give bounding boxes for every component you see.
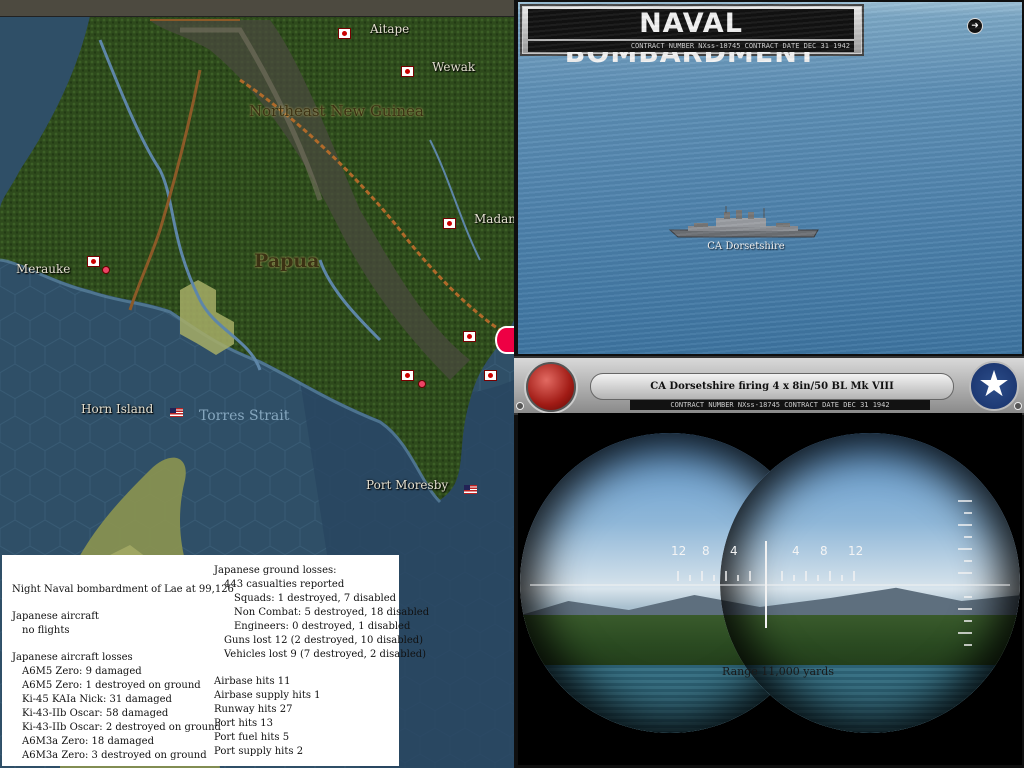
continue-arrow-icon[interactable]: ➜ [967, 18, 983, 34]
firing-status: CA Dorsetshire firing 4 x 8in/50 BL Mk V… [590, 373, 954, 400]
region-papua: Papua [254, 250, 320, 272]
hit-item: Airbase hits 11 [214, 676, 291, 687]
place-aitape[interactable]: Aitape [370, 22, 409, 36]
allied-base-flag-icon[interactable] [170, 408, 183, 417]
japanese-aircraft-label: Japanese aircraft [12, 611, 99, 622]
reticle-tick-label: 4 [730, 544, 738, 558]
japanese-aircraft-detail: no flights [22, 625, 70, 636]
unit-loss-item: Non Combat: 5 destroyed, 18 disabled [234, 607, 430, 618]
bolt-icon [516, 402, 524, 410]
place-wewak[interactable]: Wewak [432, 60, 475, 74]
japanese-base-flag-icon[interactable] [87, 256, 100, 267]
map-topbar [0, 0, 514, 17]
hit-item: Port fuel hits 5 [214, 732, 290, 743]
japanese-base-flag-icon[interactable] [338, 28, 351, 39]
japanese-base-flag-icon[interactable] [401, 66, 414, 77]
hit-item: Airbase supply hits 1 [214, 690, 321, 701]
fire-button[interactable] [526, 362, 576, 412]
unit-loss-item: Squads: 1 destroyed, 7 disabled [234, 593, 397, 604]
aircraft-loss-item: A6M3a Zero: 18 damaged [22, 736, 154, 747]
aircraft-loss-item: Ki-43-IIb Oscar: 2 destroyed on ground [22, 722, 221, 733]
base-marker-icon[interactable] [102, 266, 110, 274]
hit-item: Runway hits 27 [214, 704, 293, 715]
reticle-tick-label: 8 [820, 544, 828, 558]
allied-base-flag-icon[interactable] [464, 485, 477, 494]
contract-strip: CONTRACT NUMBER NXss-18745 CONTRACT DATE… [630, 400, 930, 410]
vehicles-lost-line: Vehicles lost 9 (7 destroyed, 2 disabled… [224, 649, 427, 660]
report-header: Night Naval bombardment of Lae at 99,126 [12, 584, 234, 595]
reticle-tick-label: 12 [671, 544, 687, 558]
hit-item: Port hits 13 [214, 718, 274, 729]
range-reticle [530, 500, 1010, 646]
unit-loss-item: Engineers: 0 destroyed, 1 disabled [234, 621, 411, 632]
japanese-base-flag-icon[interactable] [401, 370, 414, 381]
ground-losses-label: Japanese ground losses: [214, 565, 337, 576]
sea-view: NAVAL BOMBARDMENT CONTRACT NUMBER NXss-1… [518, 2, 1022, 354]
casualties-line: 443 casualties reported [224, 579, 345, 590]
japanese-base-flag-icon[interactable] [463, 331, 476, 342]
allied-star-icon: ★ [969, 361, 1019, 411]
reticle-tick-label: 4 [792, 544, 800, 558]
bolt-icon [1014, 402, 1022, 410]
place-port-moresby[interactable]: Port Moresby [366, 478, 448, 492]
place-madang[interactable]: Madan [474, 212, 514, 226]
control-bar: CA Dorsetshire firing 4 x 8in/50 BL Mk V… [514, 356, 1024, 415]
combat-report-panel[interactable]: Night Naval bombardment of Lae at 99,126… [2, 555, 430, 766]
aircraft-loss-item: A6M5 Zero: 9 damaged [22, 666, 142, 677]
aircraft-loss-item: Ki-45 KAIa Nick: 31 damaged [22, 694, 172, 705]
bombardment-title: NAVAL BOMBARDMENT [528, 9, 854, 69]
combat-report-left-column: Night Naval bombardment of Lae at 99,126… [12, 583, 234, 763]
hit-item: Port supply hits 2 [214, 746, 304, 757]
task-force-marker-icon[interactable] [495, 326, 514, 354]
place-horn-island[interactable]: Horn Island [81, 402, 153, 416]
sea-torres-strait: Torres Strait [199, 408, 290, 424]
bombardment-panel: NAVAL BOMBARDMENT CONTRACT NUMBER NXss-1… [514, 0, 1024, 768]
aircraft-loss-item: Ki-43-IIb Oscar: 58 damaged [22, 708, 169, 719]
guns-lost-line: Guns lost 12 (2 destroyed, 10 disabled) [224, 635, 424, 646]
title-plaque: NAVAL BOMBARDMENT CONTRACT NUMBER NXss-1… [520, 4, 864, 69]
contract-info: CONTRACT NUMBER NXss-18745 CONTRACT DATE… [528, 41, 854, 52]
region-northeast-new-guinea: Northeast New Guinea [249, 102, 424, 120]
reticle-tick-label: 12 [848, 544, 864, 558]
aircraft-loss-item: A6M3a Zero: 3 destroyed on ground [22, 750, 207, 761]
place-merauke[interactable]: Merauke [16, 262, 70, 276]
binocular-view: 12 8 4 4 8 12 Range 11,000 yards [518, 413, 1022, 765]
japanese-base-flag-icon[interactable] [484, 370, 497, 381]
combat-report-right-column: Japanese ground losses: 443 casualties r… [214, 564, 430, 759]
japanese-base-flag-icon[interactable] [443, 218, 456, 229]
aircraft-loss-item: A6M5 Zero: 1 destroyed on ground [22, 680, 201, 691]
aircraft-losses-label: Japanese aircraft losses [12, 652, 133, 663]
base-marker-icon[interactable] [418, 380, 426, 388]
range-readout: Range 11,000 yards [722, 665, 834, 678]
reticle-tick-label: 8 [702, 544, 710, 558]
cruiser-ship-icon[interactable] [668, 204, 820, 242]
ship-name-label: CA Dorsetshire [707, 241, 785, 252]
